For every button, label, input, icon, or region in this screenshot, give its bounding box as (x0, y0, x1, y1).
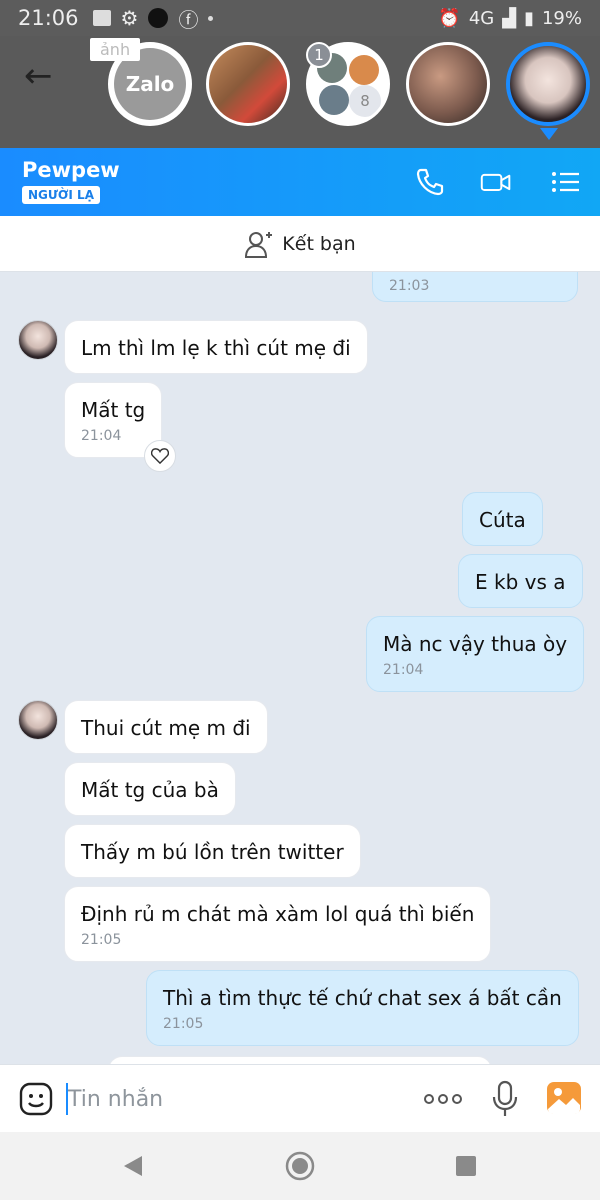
emoji-sticker-icon[interactable] (18, 1081, 54, 1117)
message-time: 21:04 (383, 662, 424, 678)
outgoing-message[interactable]: Mà nc vậy thua òy 21:04 (366, 616, 585, 692)
video-call-icon[interactable] (480, 166, 512, 198)
network-type: 4G (468, 7, 495, 29)
message-text: Mà nc vậy thua òy (383, 632, 568, 656)
signal-icon: ▟ (502, 7, 517, 29)
incoming-message-partial[interactable] (108, 1056, 492, 1064)
more-notifications-dot (208, 15, 214, 21)
incoming-message[interactable]: Thấy m bú lồn trên twitter (64, 824, 361, 878)
incoming-message[interactable]: Mất tg của bà (64, 762, 236, 816)
message-text: Định rủ m chát mà xàm lol quá thì biến (81, 902, 475, 926)
nav-back-icon[interactable] (122, 1154, 144, 1178)
active-chat-head-pointer (540, 128, 558, 140)
message-text: Thấy m bú lồn trên twitter (81, 840, 344, 864)
more-dot-icon (438, 1094, 448, 1104)
incoming-message[interactable]: Thui cút mẹ m đi (64, 700, 268, 754)
battery-icon: ▮ (524, 7, 534, 29)
message-time: 21:04 (81, 428, 122, 444)
outgoing-message[interactable]: 21:03 (372, 272, 578, 302)
settings-notification-icon: ⚙ (120, 6, 139, 30)
group-member-count: 8 (349, 85, 381, 117)
alarm-icon: ⏰ (438, 7, 461, 29)
chat-head-contact-1[interactable] (206, 42, 290, 126)
android-nav-bar (0, 1132, 600, 1200)
message-text: Thui cút mẹ m đi (81, 716, 251, 740)
chat-head-active-contact[interactable] (506, 42, 590, 126)
microphone-icon[interactable] (490, 1079, 520, 1119)
app-notification-icon (148, 8, 169, 28)
facebook-notification-icon: ⓕ (178, 7, 199, 32)
conversation-header: Pewpew NGƯỜI LẠ (0, 148, 600, 216)
group-avatar-b (349, 55, 379, 85)
incoming-message[interactable]: Định rủ m chát mà xàm lol quá thì biến 2… (64, 886, 492, 962)
heart-icon (151, 448, 169, 464)
status-bar: 21:06 ⚙ ⓕ ⏰ 4G ▟ ▮ 19% (0, 0, 600, 36)
outgoing-message[interactable]: E kb vs a (458, 554, 583, 608)
phone-call-icon[interactable] (414, 166, 446, 198)
more-dot-icon (424, 1094, 434, 1104)
contact-avatar[interactable] (18, 700, 58, 740)
outgoing-message[interactable]: Thì a tìm thực tế chứ chat sex á bất cần… (146, 970, 579, 1046)
menu-list-icon[interactable] (550, 166, 582, 198)
message-text: E kb vs a (475, 570, 566, 594)
nav-recents-icon[interactable] (456, 1156, 476, 1176)
obscured-title-label: ảnh (90, 38, 141, 61)
add-friend-label: Kết bạn (282, 232, 356, 255)
message-time: 21:05 (81, 932, 122, 948)
battery-percent: 19% (541, 7, 582, 29)
message-input[interactable] (68, 1079, 408, 1119)
group-avatar-c (319, 85, 349, 115)
gallery-notification-icon (92, 10, 111, 26)
message-time: 21:03 (389, 278, 430, 294)
chat-heads-overlay: ← Zalo ảnh 8 1 (0, 36, 600, 148)
message-text: Cúta (479, 508, 526, 532)
contact-avatar[interactable] (18, 320, 58, 360)
outgoing-message[interactable]: Cúta (462, 492, 543, 546)
more-dot-icon (452, 1094, 462, 1104)
message-list[interactable]: 21:03 Lm thì lm lẹ k thì cút mẹ đi Mất t… (0, 272, 600, 1064)
back-arrow-icon[interactable]: ← (24, 56, 53, 96)
add-friend-icon (245, 231, 273, 258)
message-time: 21:05 (163, 1016, 204, 1032)
message-text: Thì a tìm thực tế chứ chat sex á bất cần (163, 986, 562, 1010)
incoming-message[interactable]: Lm thì lm lẹ k thì cút mẹ đi (64, 320, 368, 374)
message-text: Mất tg (81, 398, 146, 422)
add-friend-button[interactable]: Kết bạn (0, 216, 600, 272)
chat-head-contact-3[interactable] (406, 42, 490, 126)
image-picker-icon[interactable] (546, 1081, 582, 1115)
contact-name[interactable]: Pewpew (22, 158, 120, 182)
unread-badge: 1 (306, 42, 332, 68)
nav-home-icon[interactable] (284, 1150, 316, 1182)
message-text: Mất tg của bà (81, 778, 219, 802)
react-heart-button[interactable] (144, 440, 176, 472)
more-options-button[interactable] (424, 1087, 466, 1111)
stranger-badge: NGƯỜI LẠ (22, 186, 100, 204)
message-text: Lm thì lm lẹ k thì cút mẹ đi (81, 336, 351, 360)
message-composer (0, 1064, 600, 1132)
status-time: 21:06 (18, 6, 79, 30)
